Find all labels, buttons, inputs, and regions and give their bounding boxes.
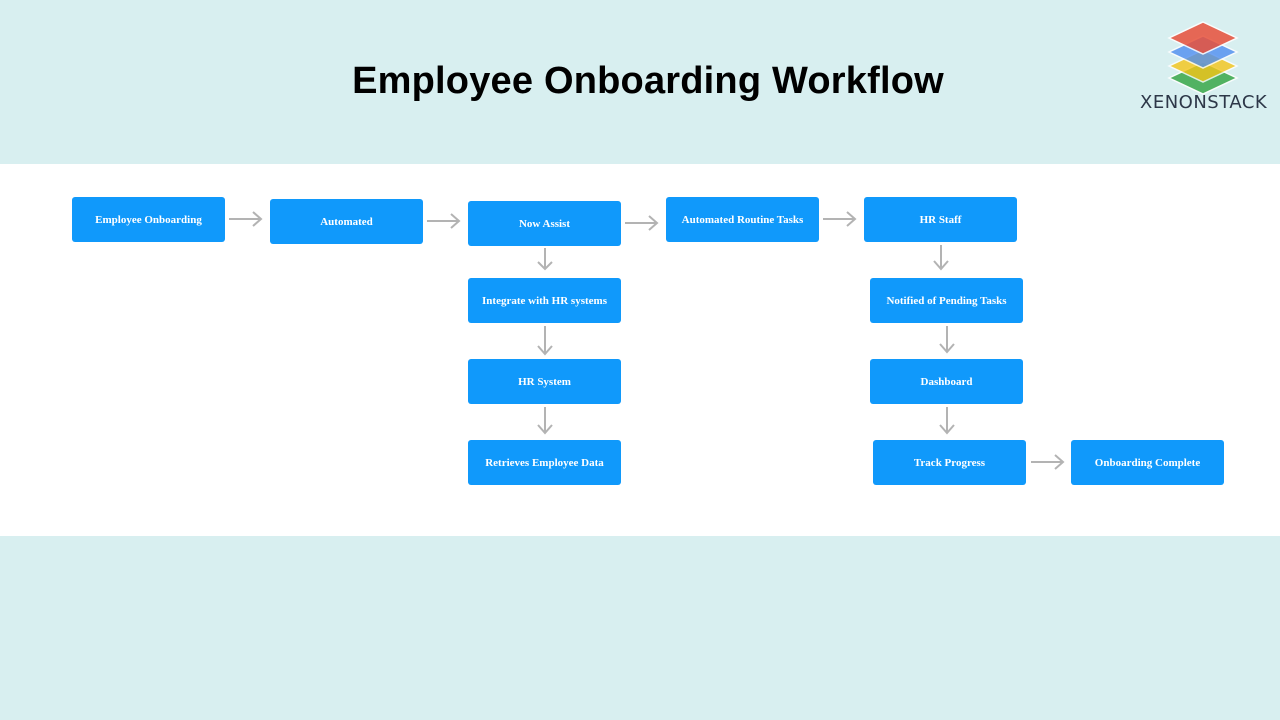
arrow-right-icon <box>624 214 660 232</box>
node-hr-staff[interactable]: HR Staff <box>864 197 1017 242</box>
arrow-right-icon <box>822 210 858 228</box>
logo-text: XENONSTACK <box>1140 92 1268 113</box>
header: Employee Onboarding Workflow XENONSTACK <box>0 0 1280 164</box>
arrow-down-icon <box>536 248 554 272</box>
node-integrate-hr-systems[interactable]: Integrate with HR systems <box>468 278 621 323</box>
node-now-assist[interactable]: Now Assist <box>468 201 621 246</box>
arrow-down-icon <box>938 407 956 435</box>
node-employee-onboarding[interactable]: Employee Onboarding <box>72 197 225 242</box>
diagram-canvas: Employee Onboarding Automated Now Assist… <box>0 164 1280 536</box>
arrow-down-icon <box>932 245 950 271</box>
node-onboarding-complete[interactable]: Onboarding Complete <box>1071 440 1224 485</box>
node-track-progress[interactable]: Track Progress <box>873 440 1026 485</box>
arrow-right-icon <box>228 210 264 228</box>
node-automated-routine-tasks[interactable]: Automated Routine Tasks <box>666 197 819 242</box>
node-retrieves-employee-data[interactable]: Retrieves Employee Data <box>468 440 621 485</box>
node-dashboard[interactable]: Dashboard <box>870 359 1023 404</box>
arrow-down-icon <box>536 326 554 356</box>
arrow-down-icon <box>938 326 956 354</box>
arrow-right-icon <box>1030 453 1066 471</box>
node-hr-system[interactable]: HR System <box>468 359 621 404</box>
page-title: Employee Onboarding Workflow <box>352 60 944 102</box>
node-notified-pending-tasks[interactable]: Notified of Pending Tasks <box>870 278 1023 323</box>
node-automated[interactable]: Automated <box>270 199 423 244</box>
arrow-right-icon <box>426 212 462 230</box>
arrow-down-icon <box>536 407 554 435</box>
